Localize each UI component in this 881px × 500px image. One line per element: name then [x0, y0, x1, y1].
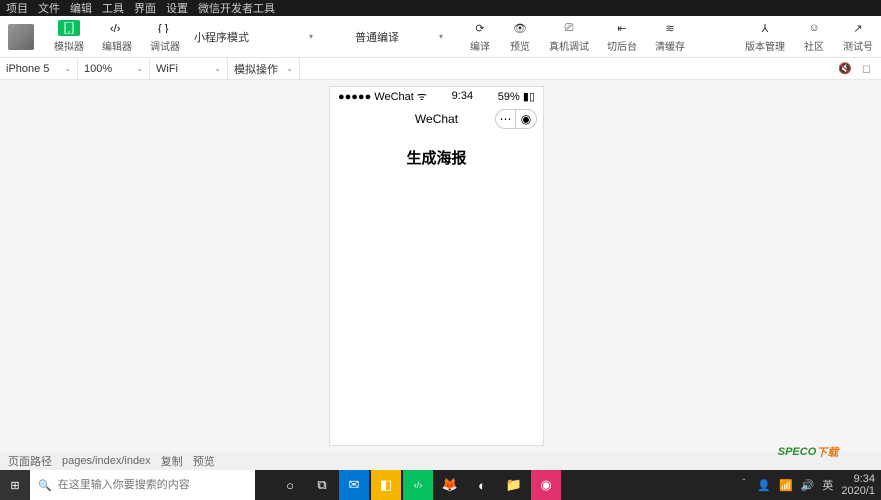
- watermark: SPECO下载: [739, 436, 877, 468]
- simulator-canvas: ●●●●● WeChat ᯤ 9:34 59% ▮▯ WeChat ⋯ ◉ 生成…: [0, 80, 881, 452]
- firefox-icon[interactable]: 🦊: [435, 470, 465, 500]
- tray-people-icon[interactable]: 👤: [757, 479, 771, 492]
- battery-icon: ▮▯: [523, 91, 535, 103]
- copy-link[interactable]: 复制: [161, 453, 183, 469]
- phone-navbar: WeChat ⋯ ◉: [330, 105, 543, 133]
- svg-text:{ }: { }: [158, 23, 169, 33]
- avatar[interactable]: [8, 24, 34, 50]
- path-label: 页面路径: [8, 453, 52, 469]
- clear-cache-button[interactable]: ≋清缓存: [655, 20, 685, 53]
- sub-toolbar: iPhone 5⌄ 100%⌄ WiFi⌄ 模拟操作⌄ 🔇 ◻: [0, 58, 881, 80]
- menu-settings[interactable]: 设置: [166, 0, 188, 16]
- device-icon: ⎚: [558, 20, 580, 36]
- test-account-button[interactable]: ↗测试号: [843, 20, 873, 53]
- menu-edit[interactable]: 编辑: [70, 0, 92, 16]
- background-button[interactable]: ⇤切后台: [607, 20, 637, 53]
- phone-frame: ●●●●● WeChat ᯤ 9:34 59% ▮▯ WeChat ⋯ ◉ 生成…: [329, 86, 544, 446]
- branch-icon: ⅄: [754, 20, 776, 36]
- phone-icon: [58, 20, 80, 36]
- app-icon-1[interactable]: ◧: [371, 470, 401, 500]
- device-select[interactable]: iPhone 5⌄: [0, 58, 78, 79]
- taskbar: ⊞ 🔍 ○ ⧉ ✉ ◧ ‹/› 🦊 ◐ 📁 ◉ ＾ 👤 📶 🔊 英 9:34 2…: [0, 470, 881, 500]
- toolbar: 模拟器 ‹/› 编辑器 { } 调试器 小程序模式▾ 普通编译▾ ⟳编译 👁预览…: [0, 16, 881, 58]
- caret-icon: ▾: [309, 32, 313, 41]
- zoom-select[interactable]: 100%⌄: [78, 58, 150, 79]
- editor-button[interactable]: ‹/› 编辑器: [102, 20, 132, 53]
- battery-label: 59% ▮▯: [498, 90, 535, 103]
- ime-indicator[interactable]: 英: [822, 477, 833, 493]
- carrier-label: ●●●●● WeChat ᯤ: [338, 89, 427, 104]
- nav-title: WeChat: [415, 112, 458, 126]
- network-select[interactable]: WiFi⌄: [150, 58, 228, 79]
- search-box[interactable]: 🔍: [30, 470, 255, 500]
- cortana-icon[interactable]: ○: [275, 470, 305, 500]
- menu-bar: 项目 文件 编辑 工具 界面 设置 微信开发者工具: [0, 0, 881, 16]
- task-icons: ○ ⧉ ✉ ◧ ‹/› 🦊 ◐ 📁 ◉: [275, 470, 561, 500]
- caret-icon: ⌄: [136, 64, 143, 73]
- time-label: 9:34: [452, 90, 473, 102]
- mode-select[interactable]: 小程序模式▾: [188, 26, 319, 48]
- menu-tools[interactable]: 工具: [102, 0, 124, 16]
- caret-icon: ⌄: [286, 64, 293, 73]
- stack-icon: ≋: [659, 20, 681, 36]
- menu-devtools[interactable]: 微信开发者工具: [198, 0, 275, 16]
- path-value: pages/index/index: [62, 455, 151, 467]
- code-icon: ‹/›: [106, 20, 128, 36]
- devtools-icon[interactable]: ‹/›: [403, 470, 433, 500]
- preview-button[interactable]: 👁预览: [509, 20, 531, 53]
- action-select[interactable]: 模拟操作⌄: [228, 58, 300, 79]
- remote-debug-button[interactable]: ⎚真机调试: [549, 20, 589, 53]
- wifi-icon: ᯤ: [417, 91, 427, 103]
- target-icon[interactable]: ◉: [516, 110, 536, 128]
- back-icon: ⇤: [611, 20, 633, 36]
- compile-select[interactable]: 普通编译▾: [349, 26, 449, 48]
- eye-icon: 👁: [509, 20, 531, 36]
- phone-statusbar: ●●●●● WeChat ᯤ 9:34 59% ▮▯: [330, 87, 543, 105]
- caret-icon: ⌄: [214, 64, 221, 73]
- external-icon: ↗: [847, 20, 869, 36]
- tray-wifi-icon[interactable]: 📶: [779, 479, 793, 492]
- tray-date: 2020/1: [841, 485, 875, 497]
- search-icon: 🔍: [38, 479, 52, 492]
- mute-icon[interactable]: 🔇: [838, 62, 852, 75]
- page-heading: 生成海报: [330, 147, 543, 168]
- simulator-button[interactable]: 模拟器: [54, 20, 84, 53]
- refresh-icon: ⟳: [469, 20, 491, 36]
- menu-project[interactable]: 项目: [6, 0, 28, 16]
- tray-volume-icon[interactable]: 🔊: [801, 479, 815, 492]
- start-button[interactable]: ⊞: [0, 470, 30, 500]
- menu-dots-icon[interactable]: ⋯: [496, 110, 516, 128]
- tray-time: 9:34: [841, 473, 875, 485]
- compile-button[interactable]: ⟳编译: [469, 20, 491, 53]
- caret-icon: ⌄: [64, 64, 71, 73]
- community-button[interactable]: ☺社区: [803, 20, 825, 53]
- mail-icon[interactable]: ✉: [339, 470, 369, 500]
- search-input[interactable]: [58, 479, 247, 491]
- popout-icon[interactable]: ◻: [862, 62, 871, 75]
- bug-icon: { }: [154, 20, 176, 36]
- debugger-button[interactable]: { } 调试器: [150, 20, 180, 53]
- svg-text:‹/›: ‹/›: [110, 23, 121, 33]
- system-tray: ＾ 👤 📶 🔊 英 9:34 2020/1: [738, 473, 881, 497]
- chrome-icon[interactable]: ◐: [467, 470, 497, 500]
- menu-interface[interactable]: 界面: [134, 0, 156, 16]
- version-button[interactable]: ⅄版本管理: [745, 20, 785, 53]
- menu-file[interactable]: 文件: [38, 0, 60, 16]
- taskview-icon[interactable]: ⧉: [307, 470, 337, 500]
- app-icon-2[interactable]: ◉: [531, 470, 561, 500]
- tray-chevron-icon[interactable]: ＾: [738, 477, 749, 493]
- caret-icon: ▾: [439, 32, 443, 41]
- explorer-icon[interactable]: 📁: [499, 470, 529, 500]
- smile-icon: ☺: [803, 20, 825, 36]
- preview-link[interactable]: 预览: [193, 453, 215, 469]
- capsule: ⋯ ◉: [495, 109, 537, 129]
